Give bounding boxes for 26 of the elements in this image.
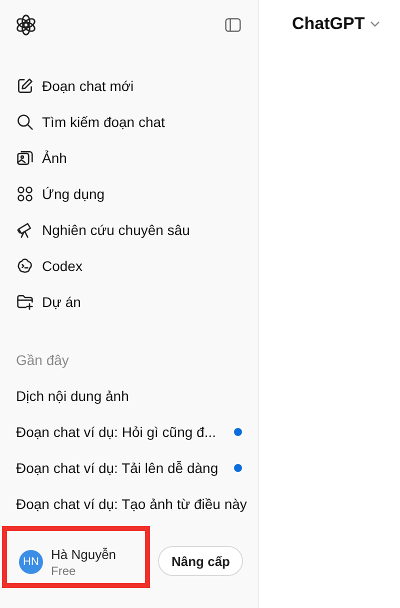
nav-item[interactable]: Codex (0, 248, 258, 284)
images-icon (16, 149, 34, 167)
pencil-square-icon (16, 77, 34, 95)
section-heading: Gần đây (15, 351, 70, 370)
chat-history-item[interactable]: Dịch nội dung ảnh (0, 378, 258, 414)
cloud-terminal-icon (16, 257, 34, 275)
avatar: HN (19, 550, 43, 574)
logo-icon[interactable] (15, 14, 37, 36)
upgrade-button[interactable]: Nâng cấp (158, 546, 243, 576)
chat-history-item[interactable]: Đoạn chat ví dụ: Tải lên dễ dàng (0, 450, 258, 486)
nav-item[interactable]: Tìm kiếm đoạn chat (0, 104, 258, 140)
plan-label: Free (51, 564, 77, 578)
folder-plus-icon (16, 293, 34, 311)
search-icon (16, 113, 34, 131)
nav-item[interactable]: Đoạn chat mới (0, 68, 258, 104)
nav-item[interactable]: Dự án (0, 284, 258, 320)
sidebar-toggle-icon[interactable] (224, 16, 242, 34)
user-name: Hà Nguyễn (51, 546, 116, 562)
model-selector[interactable]: ChatGPT (292, 14, 381, 34)
nav-item[interactable]: Ảnh (0, 140, 258, 176)
grid-icon (16, 185, 34, 203)
nav-item[interactable]: Ứng dụng (0, 176, 258, 212)
telescope-icon (16, 221, 34, 239)
nav-item[interactable]: Nghiên cứu chuyên sâu (0, 212, 258, 248)
chat-history-item[interactable]: Đoạn chat ví dụ: Hỏi gì cũng đ... (0, 414, 258, 450)
chat-history-item[interactable]: Đoạn chat ví dụ: Tạo ảnh từ điều này (0, 486, 258, 522)
